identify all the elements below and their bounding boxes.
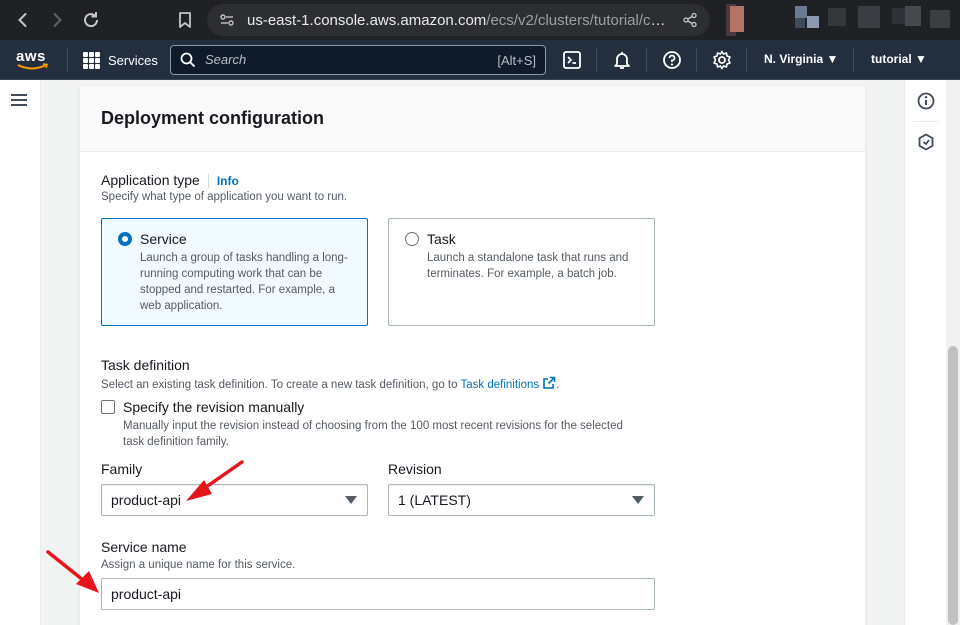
account-menu[interactable]: tutorial ▼ — [871, 52, 927, 66]
service-option-description: Launch a group of tasks handling a long-… — [140, 252, 348, 312]
family-value: product-api — [111, 492, 182, 508]
main-content: Deployment configuration Application typ… — [41, 80, 904, 625]
url-path: /ecs/v2/clusters/tutorial/creat… — [486, 12, 667, 29]
service-name-description: Assign a unique name for this service. — [101, 559, 296, 571]
task-option-title: Task — [427, 231, 456, 247]
specify-revision-description: Manually input the revision instead of c… — [123, 420, 623, 448]
page-scrollbar[interactable] — [946, 80, 960, 625]
address-bar[interactable]: us-east-1.console.aws.amazon.com/ecs/v2/… — [207, 4, 710, 36]
panel-header: Deployment configuration — [80, 86, 865, 152]
aws-top-nav: aws Services [Alt+S] N. Virginia ▼ tutor… — [0, 40, 960, 80]
application-type-description: Specify what type of application you wan… — [101, 191, 348, 203]
task-definition-description-text: Select an existing task definition. To c… — [101, 379, 461, 391]
caret-down-icon — [632, 496, 644, 504]
application-type-heading: Application type Info — [101, 172, 239, 188]
region-selector[interactable]: N. Virginia ▼ — [764, 52, 838, 66]
aws-smile-icon — [17, 63, 49, 70]
task-option-tile[interactable]: Task Launch a standalone task that runs … — [388, 218, 655, 326]
services-label: Services — [108, 52, 158, 68]
service-name-input[interactable] — [101, 578, 655, 610]
scrollbar-thumb[interactable] — [948, 346, 958, 625]
right-utility-rail — [904, 80, 946, 625]
task-radio[interactable] — [405, 232, 419, 246]
share-icon[interactable] — [682, 12, 698, 28]
deployment-configuration-panel: Deployment configuration Application typ… — [79, 85, 866, 625]
browser-toolbar: us-east-1.console.aws.amazon.com/ecs/v2/… — [0, 0, 960, 40]
task-definition-label: Task definition — [101, 357, 190, 373]
bookmark-icon[interactable] — [173, 8, 197, 32]
service-name-label: Service name — [101, 539, 187, 555]
cloudshell-icon[interactable] — [562, 50, 582, 70]
back-icon[interactable] — [11, 8, 35, 32]
application-type-label: Application type — [101, 172, 200, 188]
url-text[interactable]: us-east-1.console.aws.amazon.com/ecs/v2/… — [247, 12, 667, 29]
external-link-icon[interactable] — [542, 376, 556, 390]
task-definitions-link[interactable]: Task definitions — [461, 379, 540, 391]
search-input[interactable] — [205, 52, 485, 67]
caret-down-icon — [345, 496, 357, 504]
left-navigation-rail — [0, 80, 41, 625]
family-select[interactable]: product-api — [101, 484, 368, 516]
specify-revision-label[interactable]: Specify the revision manually — [123, 399, 304, 415]
info-link[interactable]: Info — [207, 174, 239, 188]
family-label: Family — [101, 461, 143, 477]
menu-icon[interactable] — [11, 94, 27, 107]
help-icon[interactable] — [662, 50, 682, 70]
specify-revision-checkbox[interactable] — [101, 400, 115, 414]
service-option-tile[interactable]: Service Launch a group of tasks handling… — [101, 218, 368, 326]
task-definition-description: Select an existing task definition. To c… — [101, 376, 559, 391]
settings-icon[interactable] — [712, 50, 732, 70]
reload-icon[interactable] — [79, 8, 103, 32]
url-host: us-east-1.console.aws.amazon.com — [247, 12, 487, 29]
revision-value: 1 (LATEST) — [398, 492, 471, 508]
search-icon — [180, 52, 196, 68]
revision-label: Revision — [388, 461, 442, 477]
service-option-title: Service — [140, 231, 187, 247]
console-search[interactable]: [Alt+S] — [170, 45, 546, 75]
revision-select[interactable]: 1 (LATEST) — [388, 484, 655, 516]
service-radio[interactable] — [118, 232, 132, 246]
site-info-icon[interactable] — [219, 12, 235, 28]
info-panel-icon[interactable] — [917, 92, 935, 110]
notifications-icon[interactable] — [612, 50, 632, 70]
task-definition-description-end: . — [556, 379, 560, 391]
aws-logo[interactable]: aws — [16, 48, 52, 72]
services-grid-icon — [83, 51, 100, 69]
panel-title: Deployment configuration — [101, 108, 325, 128]
forward-icon[interactable] — [45, 8, 69, 32]
services-menu-button[interactable]: Services — [83, 48, 158, 72]
tutorials-icon[interactable] — [917, 133, 935, 151]
search-shortcut: [Alt+S] — [497, 53, 536, 68]
task-option-description: Launch a standalone task that runs and t… — [427, 252, 629, 280]
